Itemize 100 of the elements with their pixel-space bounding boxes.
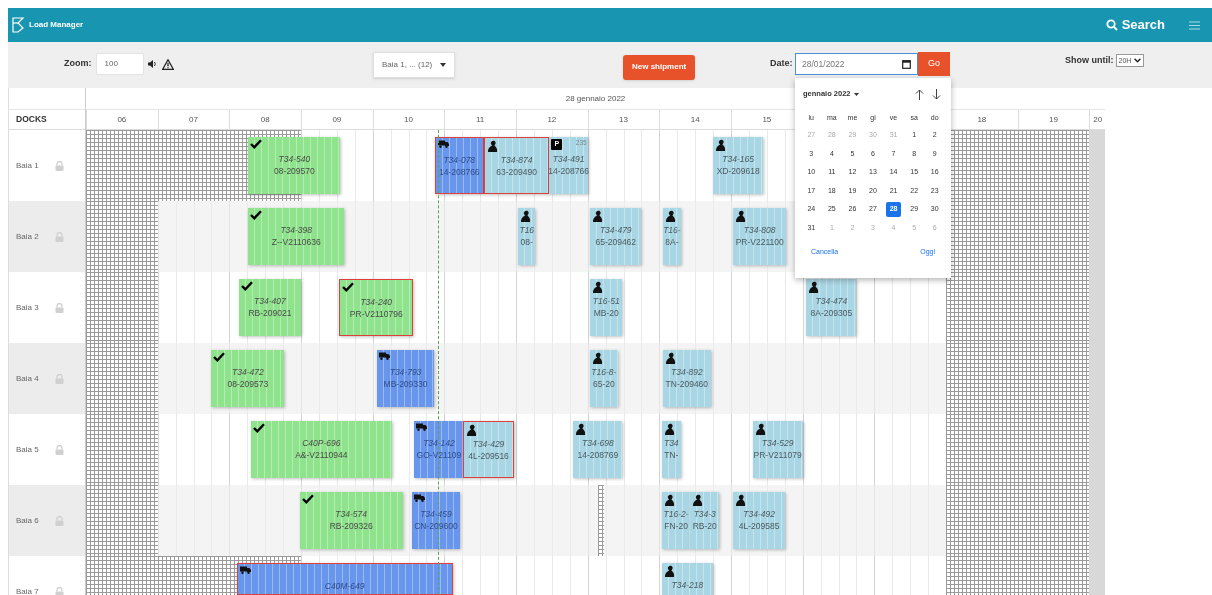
shipment-title: T34-698 (582, 437, 614, 449)
shipment-block[interactable]: T34-808 PR-V221100 (733, 208, 786, 265)
shipment-block[interactable]: T34-479 65-209462 (590, 208, 642, 265)
dock-label: Baia 4 (16, 372, 40, 385)
shipment-title: T34-479 (599, 224, 632, 236)
lock-icon (55, 160, 64, 171)
dock-label: Baia 6 (16, 514, 40, 527)
shipment-title: T34-459 (420, 508, 452, 520)
date-field[interactable]: 28/01/2022 (795, 53, 918, 75)
hour-label: 06 (116, 114, 128, 126)
logo-icon (12, 17, 25, 33)
shipment-code: FN-20 (664, 520, 688, 532)
shipment-title: T34-540 (278, 153, 311, 165)
shipment-title: T34-808 (743, 224, 776, 236)
shipment-title: T34-407 (254, 295, 286, 307)
shipment-block[interactable]: T34-574 RB-209326 (299, 492, 403, 549)
shipment-code: 65-20 (592, 378, 615, 390)
shipment-block[interactable]: T34-892 TN-209460 (662, 350, 711, 407)
shipment-block[interactable]: T16-8- 65-20 (590, 350, 618, 407)
zoom-field[interactable]: 100 (95, 53, 144, 75)
shipment-block[interactable]: T34-540 08-209570 (248, 137, 341, 194)
shipment-block[interactable]: T34 TN- (661, 421, 681, 478)
shipment-title: T34-892 (671, 366, 703, 378)
shipment-block[interactable]: T16-2- FN-20 (661, 492, 691, 549)
hour-label: 15 (761, 114, 773, 126)
search-button[interactable]: Search (1105, 15, 1165, 35)
unavailable-hatch (598, 485, 605, 556)
schedule-date: 28 gennaio 2022 (565, 92, 626, 105)
check-icon (213, 352, 226, 362)
down-arrow-icon[interactable] (932, 88, 941, 100)
shipment-title: T16-8- (591, 366, 617, 378)
lock-icon (55, 231, 64, 242)
shipment-block[interactable]: T16-51 MB-20 (590, 279, 623, 336)
check-icon (250, 210, 263, 220)
shipment-code: A&-V2110944 (295, 449, 348, 461)
hour-label: 07 (188, 114, 199, 126)
shipment-code: 14-208769 (577, 449, 619, 461)
shipment-block[interactable]: T34-874 63-209490 (483, 137, 550, 194)
dock-filter-dropdown[interactable]: Baia 1, ... (12) (373, 52, 456, 78)
shipment-code: PR-V211079 (753, 449, 802, 461)
shipment-block[interactable]: T34-218 (661, 563, 714, 595)
shipment-code: 8A-209305 (810, 307, 853, 319)
shipment-code: 4L-209585 (738, 520, 780, 532)
caret-icon (440, 63, 447, 67)
shipment-block[interactable]: C40P-696 A&-V2110944 (250, 421, 392, 478)
hour-label: 09 (331, 114, 343, 126)
shipment-title: C40P-696 (302, 437, 341, 449)
shipment-block[interactable]: T34-698 14-208769 (573, 421, 623, 478)
go-button[interactable]: Go (918, 52, 950, 76)
truck-icon (379, 352, 391, 360)
shipment-code: MB-209330 (383, 378, 428, 390)
shipment-code: 65-209462 (595, 236, 637, 248)
unavailable-hatch (86, 343, 158, 414)
shipment-title: T34 (663, 437, 679, 449)
dock-label: Baia 7 (16, 585, 40, 595)
shipment-code: MB-20 (593, 307, 619, 319)
hour-label: 10 (403, 114, 414, 126)
shipment-title: T34-793 (389, 366, 422, 378)
zoom-label: Zoom: (64, 57, 92, 71)
up-arrow-icon[interactable] (915, 88, 924, 100)
lock-icon (55, 515, 64, 526)
truck-icon (416, 423, 428, 431)
shipment-block[interactable]: T34-407 RB-209021 (238, 279, 301, 336)
dock-label: Baia 1 (16, 159, 40, 172)
shipment-block[interactable]: T34-429 4L-209516 (463, 421, 514, 478)
new-shipment-button[interactable]: New shipment (623, 54, 696, 80)
shipment-block[interactable]: T34-240 PR-V2110796 (339, 279, 414, 336)
shipment-code: 08-209573 (227, 378, 269, 390)
shipment-block[interactable]: T34-398 Z--V2110636 (248, 208, 344, 265)
shipment-block[interactable]: T34-3 RB-20 (690, 492, 720, 549)
shipment-title: C40M-649 (324, 580, 365, 592)
shipment-title: T34-165 (722, 153, 754, 165)
shipment-code: Z--V2110636 (271, 236, 321, 248)
shipment-code: GO-V21109 (416, 449, 462, 461)
check-icon (250, 139, 263, 149)
caret-icon (853, 92, 859, 96)
check-icon (252, 423, 265, 433)
hour-label: 14 (689, 114, 701, 126)
shipment-title: T16 (519, 224, 535, 236)
shipment-block[interactable]: T34-492 4L-209585 (733, 492, 785, 549)
shipment-block[interactable]: T34-472 08-209573 (211, 350, 285, 407)
shipment-block[interactable]: T34-529 PR-V211079 (752, 421, 803, 478)
shipment-block[interactable]: T34-165 XD-209618 (713, 137, 764, 194)
hour-label: 12 (546, 114, 558, 126)
check-icon (301, 494, 314, 504)
shipment-block[interactable]: T16 08- (518, 208, 536, 265)
check-icon (240, 281, 253, 291)
lock-icon (55, 373, 64, 384)
hour-label: 20 (1092, 114, 1104, 126)
shipment-title: T34-529 (761, 437, 794, 449)
truck-icon (437, 140, 449, 148)
shipment-block[interactable]: T16- 8A- (662, 208, 681, 265)
shipment-code: 08- (520, 236, 533, 248)
speaker-icon[interactable] (147, 60, 158, 68)
lock-icon (55, 444, 64, 455)
shipment-block[interactable]: T34-474 8A-209305 (806, 279, 857, 336)
shipment-title: T34-218 (671, 579, 704, 591)
chevron-icon (1134, 58, 1142, 64)
shipment-title: T34-240 (360, 296, 393, 308)
warning-icon[interactable] (161, 58, 174, 70)
